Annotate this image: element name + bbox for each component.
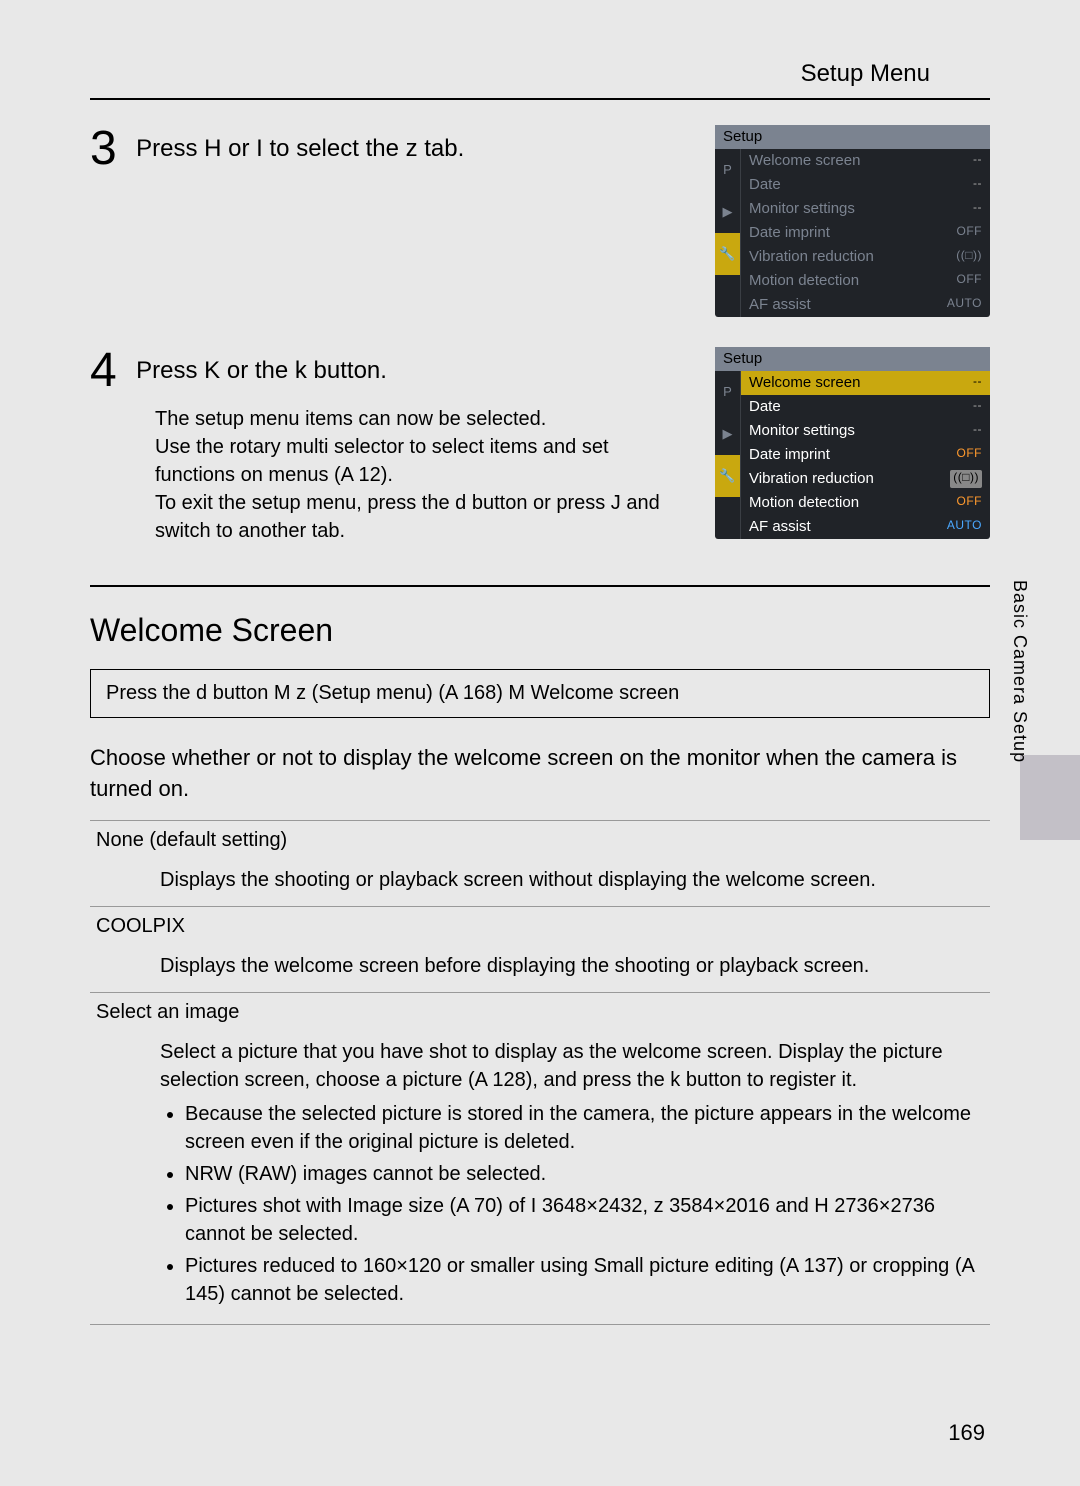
page-number: 169 bbox=[948, 1420, 985, 1446]
section-intro: Choose whether or not to display the wel… bbox=[90, 743, 990, 805]
section-title: Welcome Screen bbox=[90, 612, 990, 649]
step-number: 4 bbox=[90, 347, 117, 395]
option-row: Select an image Select a picture that yo… bbox=[90, 992, 990, 1325]
step-heading: Press K or the k button. bbox=[136, 357, 387, 384]
option-bullet: Because the selected picture is stored i… bbox=[185, 1100, 984, 1156]
option-desc: Displays the shooting or playback screen… bbox=[90, 860, 990, 906]
rule-top bbox=[90, 98, 990, 100]
step-heading: Press H or I to select the z tab. bbox=[136, 135, 464, 162]
header-title: Setup Menu bbox=[90, 60, 990, 88]
option-bullet: Pictures reduced to 160×120 or smaller u… bbox=[185, 1252, 984, 1308]
breadcrumb: Press the d button M z (Setup menu) (A 1… bbox=[90, 669, 990, 718]
side-tab-marker bbox=[1020, 755, 1080, 840]
screen-tab-empty bbox=[715, 497, 741, 539]
option-desc: Displays the welcome screen before displ… bbox=[90, 946, 990, 992]
option-bullet: NRW (RAW) images cannot be selected. bbox=[185, 1160, 984, 1188]
camera-screen-active: Setup P ▶ 🔧 Welcome screen-- Date-- Moni… bbox=[715, 347, 990, 539]
option-label: COOLPIX bbox=[90, 907, 990, 946]
screen-tab-play: ▶ bbox=[715, 191, 741, 233]
step-body-line: Use the rotary multi selector to select … bbox=[155, 433, 690, 489]
option-label: None (default setting) bbox=[90, 821, 990, 860]
options-table: None (default setting) Displays the shoo… bbox=[90, 820, 990, 1325]
option-row: None (default setting) Displays the shoo… bbox=[90, 820, 990, 906]
screen-tab-play: ▶ bbox=[715, 413, 741, 455]
option-desc: Select a picture that you have shot to d… bbox=[90, 1032, 990, 1324]
step-4: 4 Press K or the k button. The setup men… bbox=[90, 347, 990, 545]
side-section-label: Basic Camera Setup bbox=[1009, 580, 1030, 763]
step-number: 3 bbox=[90, 125, 117, 173]
screen-tab-empty bbox=[715, 275, 741, 317]
screen-tab-wrench: 🔧 bbox=[715, 233, 741, 275]
screen-title: Setup bbox=[715, 347, 990, 371]
step-body-line: The setup menu items can now be selected… bbox=[155, 405, 690, 433]
option-label: Select an image bbox=[90, 993, 990, 1032]
step-body-line: To exit the setup menu, press the d butt… bbox=[155, 489, 690, 545]
screen-tab-p: P bbox=[715, 149, 741, 191]
screen-title: Setup bbox=[715, 125, 990, 149]
screen-tab-p: P bbox=[715, 371, 741, 413]
rule-mid bbox=[90, 585, 990, 587]
option-bullet: Pictures shot with Image size (A 70) of … bbox=[185, 1192, 984, 1248]
step-3: 3 Press H or I to select the z tab. Setu… bbox=[90, 125, 990, 317]
camera-screen-dim: Setup P ▶ 🔧 Welcome screen-- Date-- Moni… bbox=[715, 125, 990, 317]
option-row: COOLPIX Displays the welcome screen befo… bbox=[90, 906, 990, 992]
screen-tab-wrench: 🔧 bbox=[715, 455, 741, 497]
